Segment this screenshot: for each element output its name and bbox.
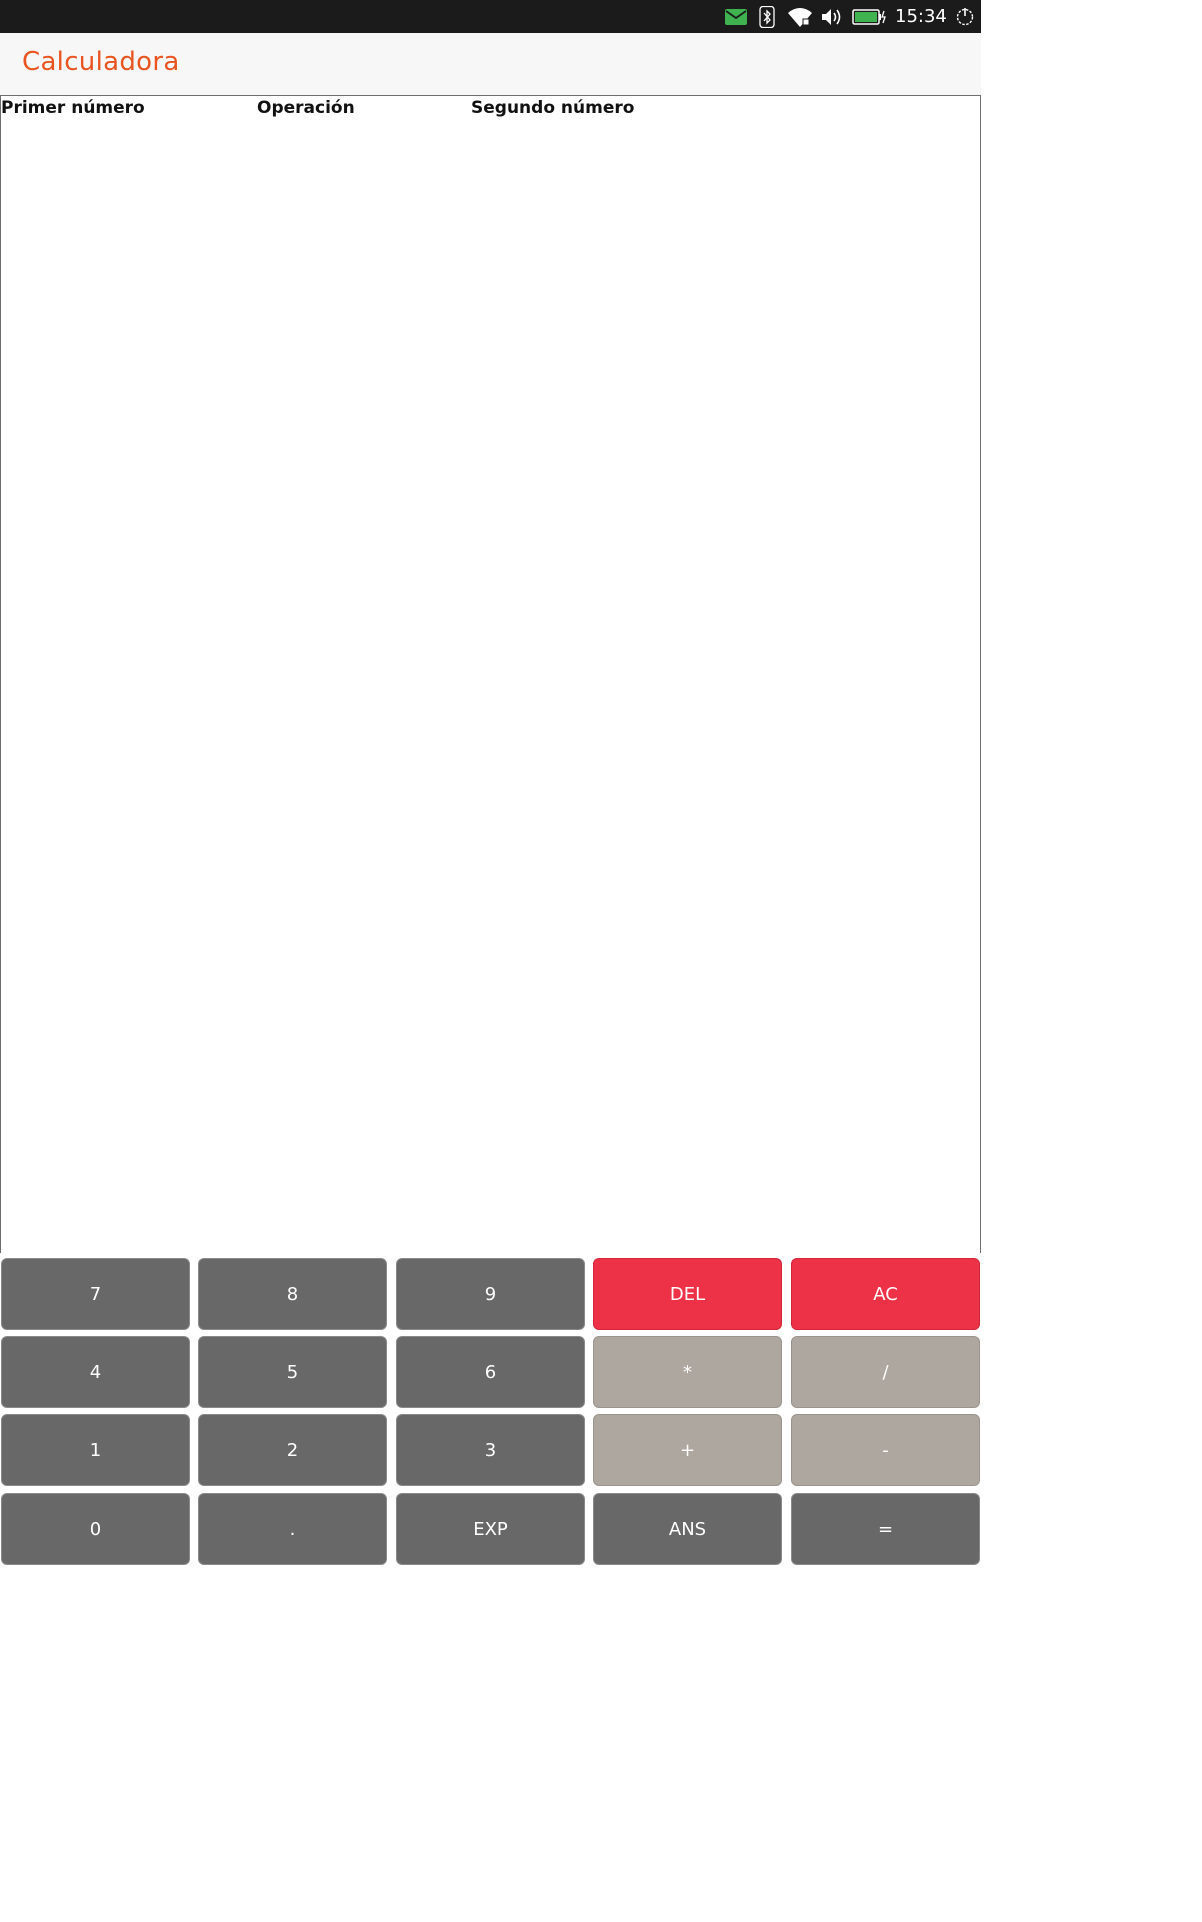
- page-title: Calculadora: [22, 47, 180, 77]
- power-icon[interactable]: [953, 6, 977, 28]
- volume-icon[interactable]: [820, 6, 844, 28]
- status-time[interactable]: 15:34: [895, 5, 947, 29]
- key-5[interactable]: 5: [198, 1336, 387, 1408]
- key-ac[interactable]: AC: [791, 1258, 980, 1330]
- key-equals[interactable]: =: [791, 1493, 980, 1565]
- key-0[interactable]: 0: [1, 1493, 190, 1565]
- wifi-icon[interactable]: [787, 6, 813, 28]
- column-header-first-number: Primer número: [1, 98, 145, 118]
- key-1[interactable]: 1: [1, 1414, 190, 1486]
- key-7[interactable]: 7: [1, 1258, 190, 1330]
- key-8[interactable]: 8: [198, 1258, 387, 1330]
- key-plus[interactable]: +: [593, 1414, 782, 1486]
- key-2[interactable]: 2: [198, 1414, 387, 1486]
- column-header-second-number: Segundo número: [471, 98, 635, 118]
- key-divide[interactable]: /: [791, 1336, 980, 1408]
- message-icon[interactable]: [724, 6, 748, 28]
- key-9[interactable]: 9: [396, 1258, 585, 1330]
- key-4[interactable]: 4: [1, 1336, 190, 1408]
- key-ans[interactable]: ANS: [593, 1493, 782, 1565]
- key-3[interactable]: 3: [396, 1414, 585, 1486]
- key-minus[interactable]: -: [791, 1414, 980, 1486]
- key-multiply[interactable]: *: [593, 1336, 782, 1408]
- battery-icon[interactable]: [851, 6, 887, 28]
- result-list: Primer número Operación Segundo número: [0, 96, 981, 1253]
- keypad: 7 8 9 DEL AC 4 5 6 * / 1 2 3 + - 0 . EXP…: [0, 1253, 981, 1568]
- key-decimal[interactable]: .: [198, 1493, 387, 1565]
- app-header: Calculadora: [0, 33, 981, 96]
- bluetooth-icon[interactable]: [757, 6, 777, 28]
- column-header-operation: Operación: [257, 98, 355, 118]
- key-del[interactable]: DEL: [593, 1258, 782, 1330]
- status-bar: 15:34: [0, 0, 981, 33]
- key-exp[interactable]: EXP: [396, 1493, 585, 1565]
- key-6[interactable]: 6: [396, 1336, 585, 1408]
